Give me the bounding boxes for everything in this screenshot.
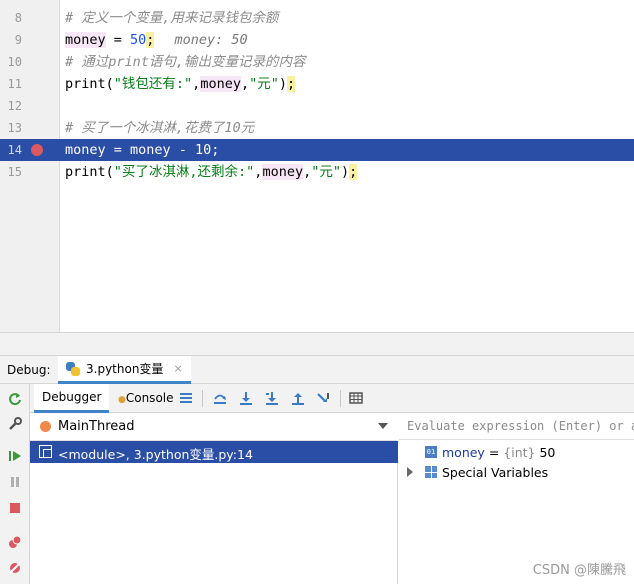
chevron-right-icon[interactable] <box>407 467 413 477</box>
code-line[interactable]: 14 money = money - 10; <box>0 139 634 161</box>
tab-console[interactable]: ●Console <box>110 384 182 413</box>
line-number[interactable]: 14 <box>0 139 22 161</box>
code-line[interactable]: 10 # 通过print语句,输出变量记录的内容 <box>0 51 634 73</box>
code-token: # 通过print语句,输出变量记录的内容 <box>65 54 306 70</box>
code-text: # 通过print语句,输出变量记录的内容 <box>65 51 306 73</box>
stack-frame-label: <module>, 3.python变量.py:14 <box>58 447 253 462</box>
mute-breakpoints-icon[interactable] <box>7 560 23 576</box>
code-text: print("买了冰淇淋,还剩余:",money,"元"); <box>65 161 358 183</box>
thread-selector[interactable]: MainThread <box>30 413 398 441</box>
watermark: CSDN @陳騰飛 <box>532 563 626 578</box>
code-token: ) <box>340 164 350 180</box>
code-token: "元" <box>249 76 279 92</box>
show-execution-point-icon[interactable] <box>178 390 194 406</box>
code-text: # 定义一个变量,用来记录钱包余额 <box>65 7 278 29</box>
run-to-cursor-icon[interactable] <box>316 390 332 406</box>
chevron-down-icon[interactable] <box>378 423 388 429</box>
code-token: # 定义一个变量,用来记录钱包余额 <box>65 10 279 26</box>
code-text: # 买了一个冰淇淋,花费了10元 <box>65 117 254 139</box>
code-token: print( <box>65 76 114 92</box>
panel-divider[interactable] <box>0 332 634 356</box>
code-token: money <box>65 32 106 48</box>
code-line[interactable]: 11 print("钱包还有:",money,"元"); <box>0 73 634 95</box>
step-over-icon[interactable] <box>212 390 228 406</box>
step-out-icon[interactable] <box>290 390 306 406</box>
frames-panel: MainThread <module>, 3.python变量.py:14 <box>30 413 398 584</box>
code-token: , <box>303 164 312 180</box>
debug-label: Debug: <box>7 363 51 377</box>
code-text: print("钱包还有:",money,"元"); <box>65 73 296 95</box>
code-text: money = money - 10; <box>65 139 219 161</box>
view-breakpoints-icon[interactable] <box>7 534 23 550</box>
code-line[interactable]: 13 # 买了一个冰淇淋,花费了10元 <box>0 117 634 139</box>
line-number[interactable]: 10 <box>0 51 22 73</box>
run-config-tab-label: 3.python变量 <box>86 362 164 376</box>
code-editor[interactable]: 8 # 定义一个变量,用来记录钱包余额 9 money = 50; money: 50 1… <box>0 0 634 332</box>
pause-icon[interactable] <box>7 474 23 490</box>
rerun-icon[interactable] <box>7 391 23 407</box>
debugger-toolbar: Debugger ●Console <box>30 384 634 413</box>
code-token: money <box>262 164 304 180</box>
line-number[interactable]: 15 <box>0 161 22 183</box>
code-token: money <box>200 76 241 92</box>
frame-icon <box>39 445 52 458</box>
line-number[interactable]: 12 <box>0 95 22 117</box>
debug-side-toolbar <box>0 384 30 584</box>
line-number[interactable]: 8 <box>0 7 22 29</box>
variable-type: {int} <box>503 445 536 460</box>
code-token: = <box>105 32 131 48</box>
code-token: , <box>240 76 250 92</box>
thread-status-icon <box>40 421 51 432</box>
step-into-icon[interactable] <box>238 390 254 406</box>
special-variables-row[interactable]: Special Variables <box>399 463 634 483</box>
inline-debug-value: money: 50 <box>174 32 248 48</box>
wrench-icon[interactable] <box>7 416 23 432</box>
step-into-my-code-icon[interactable] <box>264 390 280 406</box>
tab-debugger[interactable]: Debugger <box>34 384 110 413</box>
resume-icon[interactable] <box>7 448 23 464</box>
code-token: # 买了一个冰淇淋,花费了10元 <box>65 120 255 136</box>
code-token: ; <box>349 164 358 180</box>
int-variable-icon: 01 <box>425 446 437 458</box>
python-icon <box>66 361 80 376</box>
code-line[interactable]: 15 print("买了冰淇淋,还剩余:",money,"元"); <box>0 161 634 183</box>
code-token: ; <box>287 76 296 92</box>
run-config-tab[interactable]: 3.python变量 × <box>58 356 191 384</box>
line-number[interactable]: 9 <box>0 29 22 51</box>
breakpoint-icon[interactable] <box>31 144 43 156</box>
code-token: print( <box>65 164 114 180</box>
variable-value: 50 <box>535 445 556 460</box>
thread-name: MainThread <box>58 419 135 434</box>
code-token: "钱包还有:" <box>113 76 193 92</box>
code-token: ) <box>278 76 287 92</box>
variable-row[interactable]: 01 money = {int} 50 <box>399 443 634 463</box>
debug-tool-window-header: Debug: 3.python变量 × <box>0 356 634 384</box>
code-line[interactable]: 8 # 定义一个变量,用来记录钱包余额 <box>0 7 634 29</box>
evaluate-expression-input[interactable] <box>399 413 634 440</box>
line-number[interactable]: 11 <box>0 73 22 95</box>
tab-console-label: Console <box>125 391 174 405</box>
variable-name: money <box>442 445 485 460</box>
close-icon[interactable]: × <box>173 362 182 375</box>
code-token: "买了冰淇淋,还剩余:" <box>113 164 255 180</box>
code-text: money = 50; money: 50 <box>65 29 248 51</box>
code-line[interactable]: 9 money = 50; money: 50 <box>0 29 634 51</box>
code-token: money = money - 10; <box>65 142 220 158</box>
evaluate-table-icon[interactable] <box>348 390 364 406</box>
line-number[interactable]: 13 <box>0 117 22 139</box>
variable-equals: = <box>484 445 504 460</box>
code-token: ; <box>146 32 155 48</box>
code-token: "元" <box>311 164 341 180</box>
stop-icon[interactable] <box>7 500 23 516</box>
stack-frame-row[interactable]: <module>, 3.python变量.py:14 <box>30 441 398 463</box>
special-variables-icon <box>425 466 437 478</box>
code-token: 50 <box>130 32 147 48</box>
code-line[interactable]: 12 <box>0 95 634 117</box>
special-variables-label: Special Variables <box>442 465 549 480</box>
